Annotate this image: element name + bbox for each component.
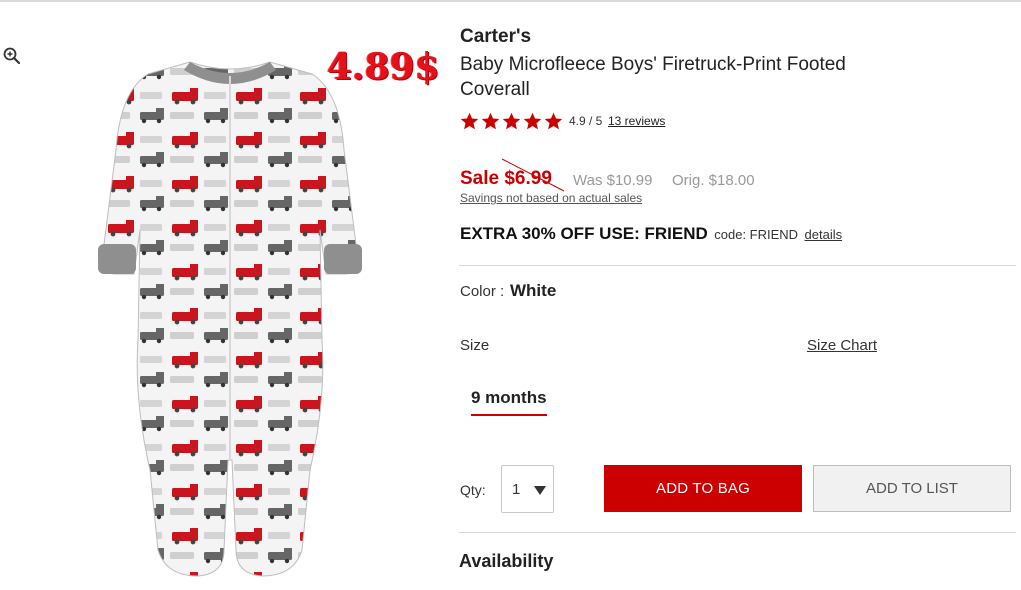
was-price: Was $10.99 [573, 172, 653, 189]
promo-details-link[interactable]: details [805, 227, 843, 242]
star-icon [501, 111, 522, 132]
orig-price: Orig. $18.00 [672, 172, 755, 189]
star-icon [543, 111, 564, 132]
rating-text: 4.9 / 5 [569, 114, 603, 128]
size-option-selected[interactable]: 9 months [471, 388, 547, 416]
product-brand: Carter's [460, 26, 532, 47]
savings-note-link[interactable]: Savings not based on actual sales [460, 191, 642, 205]
zoom-in-icon[interactable] [2, 46, 22, 66]
product-title: Baby Microfleece Boys' Firetruck-Print F… [460, 54, 846, 100]
section-divider [459, 532, 1016, 533]
quantity-label: Qty: [460, 482, 486, 498]
chevron-down-icon [534, 486, 546, 495]
promo-banner: EXTRA 30% OFF USE: FRIEND code: FRIEND d… [460, 224, 842, 244]
add-to-list-button[interactable]: ADD TO LIST [813, 465, 1011, 512]
quantity-select[interactable]: 1 [501, 465, 554, 513]
top-divider [0, 0, 1021, 2]
promo-code: code: FRIEND [714, 227, 799, 242]
size-label: Size [460, 337, 490, 354]
availability-heading: Availability [459, 551, 554, 571]
section-divider [459, 265, 1016, 266]
quantity-value: 1 [512, 481, 521, 498]
product-image [40, 40, 420, 585]
star-icon [459, 111, 480, 132]
color-value: White [510, 281, 557, 300]
strike-through-mark [501, 158, 565, 192]
reviews-link[interactable]: 13 reviews [608, 114, 665, 128]
color-label: Color : [460, 283, 505, 300]
star-icon [522, 111, 543, 132]
size-chart-link[interactable]: Size Chart [807, 337, 877, 354]
add-to-bag-button[interactable]: ADD TO BAG [604, 465, 802, 512]
star-icon [480, 111, 501, 132]
sticker-price: 4.89$ [327, 46, 440, 88]
promo-text: EXTRA 30% OFF USE: FRIEND [460, 224, 708, 243]
rating-stars [459, 111, 564, 132]
